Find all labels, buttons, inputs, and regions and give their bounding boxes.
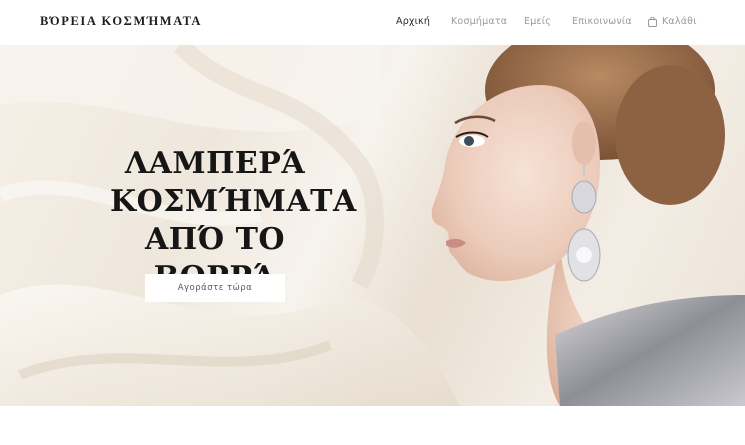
- main-nav: Αρχική Κοσμήματα Εμείς Επικοινωνία Καλάθ…: [0, 16, 745, 30]
- nav-item-about[interactable]: Εμείς: [524, 16, 551, 27]
- nav-item-contact[interactable]: Επικοινωνία: [572, 16, 632, 27]
- shopping-bag-icon: [648, 16, 657, 27]
- nav-item-home[interactable]: Αρχική: [396, 16, 430, 27]
- page-bottom-strip: [0, 406, 745, 445]
- top-navigation-bar: ΒΌΡΕΙΑ ΚΟΣΜΉΜΑΤΑ Αρχική Κοσμήματα Εμείς …: [0, 0, 745, 45]
- cart-label: Καλάθι: [662, 16, 697, 27]
- shop-now-button[interactable]: Αγοράστε τώρα: [145, 274, 285, 302]
- nav-item-jewelry[interactable]: Κοσμήματα: [451, 16, 507, 27]
- cart-link[interactable]: Καλάθι: [648, 16, 697, 27]
- hero-banner: ΛΑΜΠΕΡΆ ΚΟΣΜΉΜΑΤΑ ΑΠΌ ΤΟ ΒΟΡΡΆ Αγοράστε …: [0, 45, 745, 406]
